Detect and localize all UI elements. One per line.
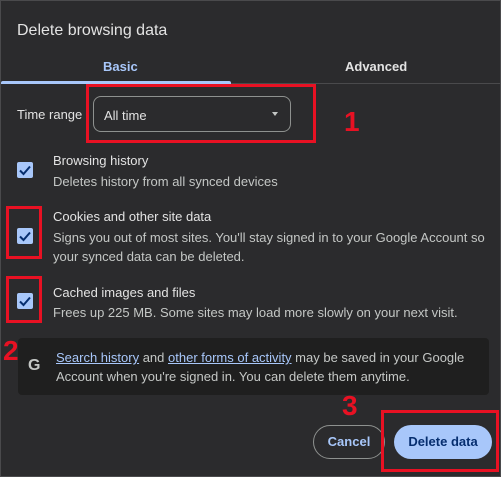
tab-basic[interactable]: Basic xyxy=(103,59,138,74)
highlight-box-delete-button xyxy=(381,410,499,472)
search-history-link[interactable]: Search history xyxy=(56,350,139,365)
cached-images-description: Frees up 225 MB. Some sites may load mor… xyxy=(53,305,458,320)
info-text: Search history and other forms of activi… xyxy=(56,348,476,386)
google-g-icon: G xyxy=(28,357,41,374)
highlight-box-time-range xyxy=(86,84,316,143)
annotation-number-3: 3 xyxy=(342,390,358,421)
browsing-history-checkbox[interactable] xyxy=(17,162,33,178)
cancel-button[interactable]: Cancel xyxy=(313,425,385,459)
tab-bar: Basic Advanced xyxy=(1,51,500,84)
browsing-history-description: Deletes history from all synced devices xyxy=(53,174,278,189)
checkmark-icon xyxy=(19,165,31,176)
time-range-label: Time range xyxy=(17,107,83,122)
annotation-number-1: 1 xyxy=(344,106,360,137)
cached-images-title: Cached images and files xyxy=(53,285,196,300)
dialog-title: Delete browsing data xyxy=(17,22,168,39)
highlight-box-cookies-checkbox xyxy=(6,206,42,259)
annotation-number-2: 2 xyxy=(3,335,19,366)
delete-browsing-data-dialog: Delete browsing data Basic Advanced Time… xyxy=(0,0,501,477)
google-activity-info: G Search history and other forms of acti… xyxy=(18,338,489,395)
info-text-and: and xyxy=(139,350,169,365)
other-activity-link[interactable]: other forms of activity xyxy=(168,350,292,365)
highlight-box-cached-checkbox xyxy=(6,276,42,323)
cookies-title: Cookies and other site data xyxy=(53,209,212,224)
browsing-history-title: Browsing history xyxy=(53,153,149,168)
tab-advanced[interactable]: Advanced xyxy=(345,59,407,74)
cookies-description: Signs you out of most sites. You'll stay… xyxy=(53,230,485,264)
